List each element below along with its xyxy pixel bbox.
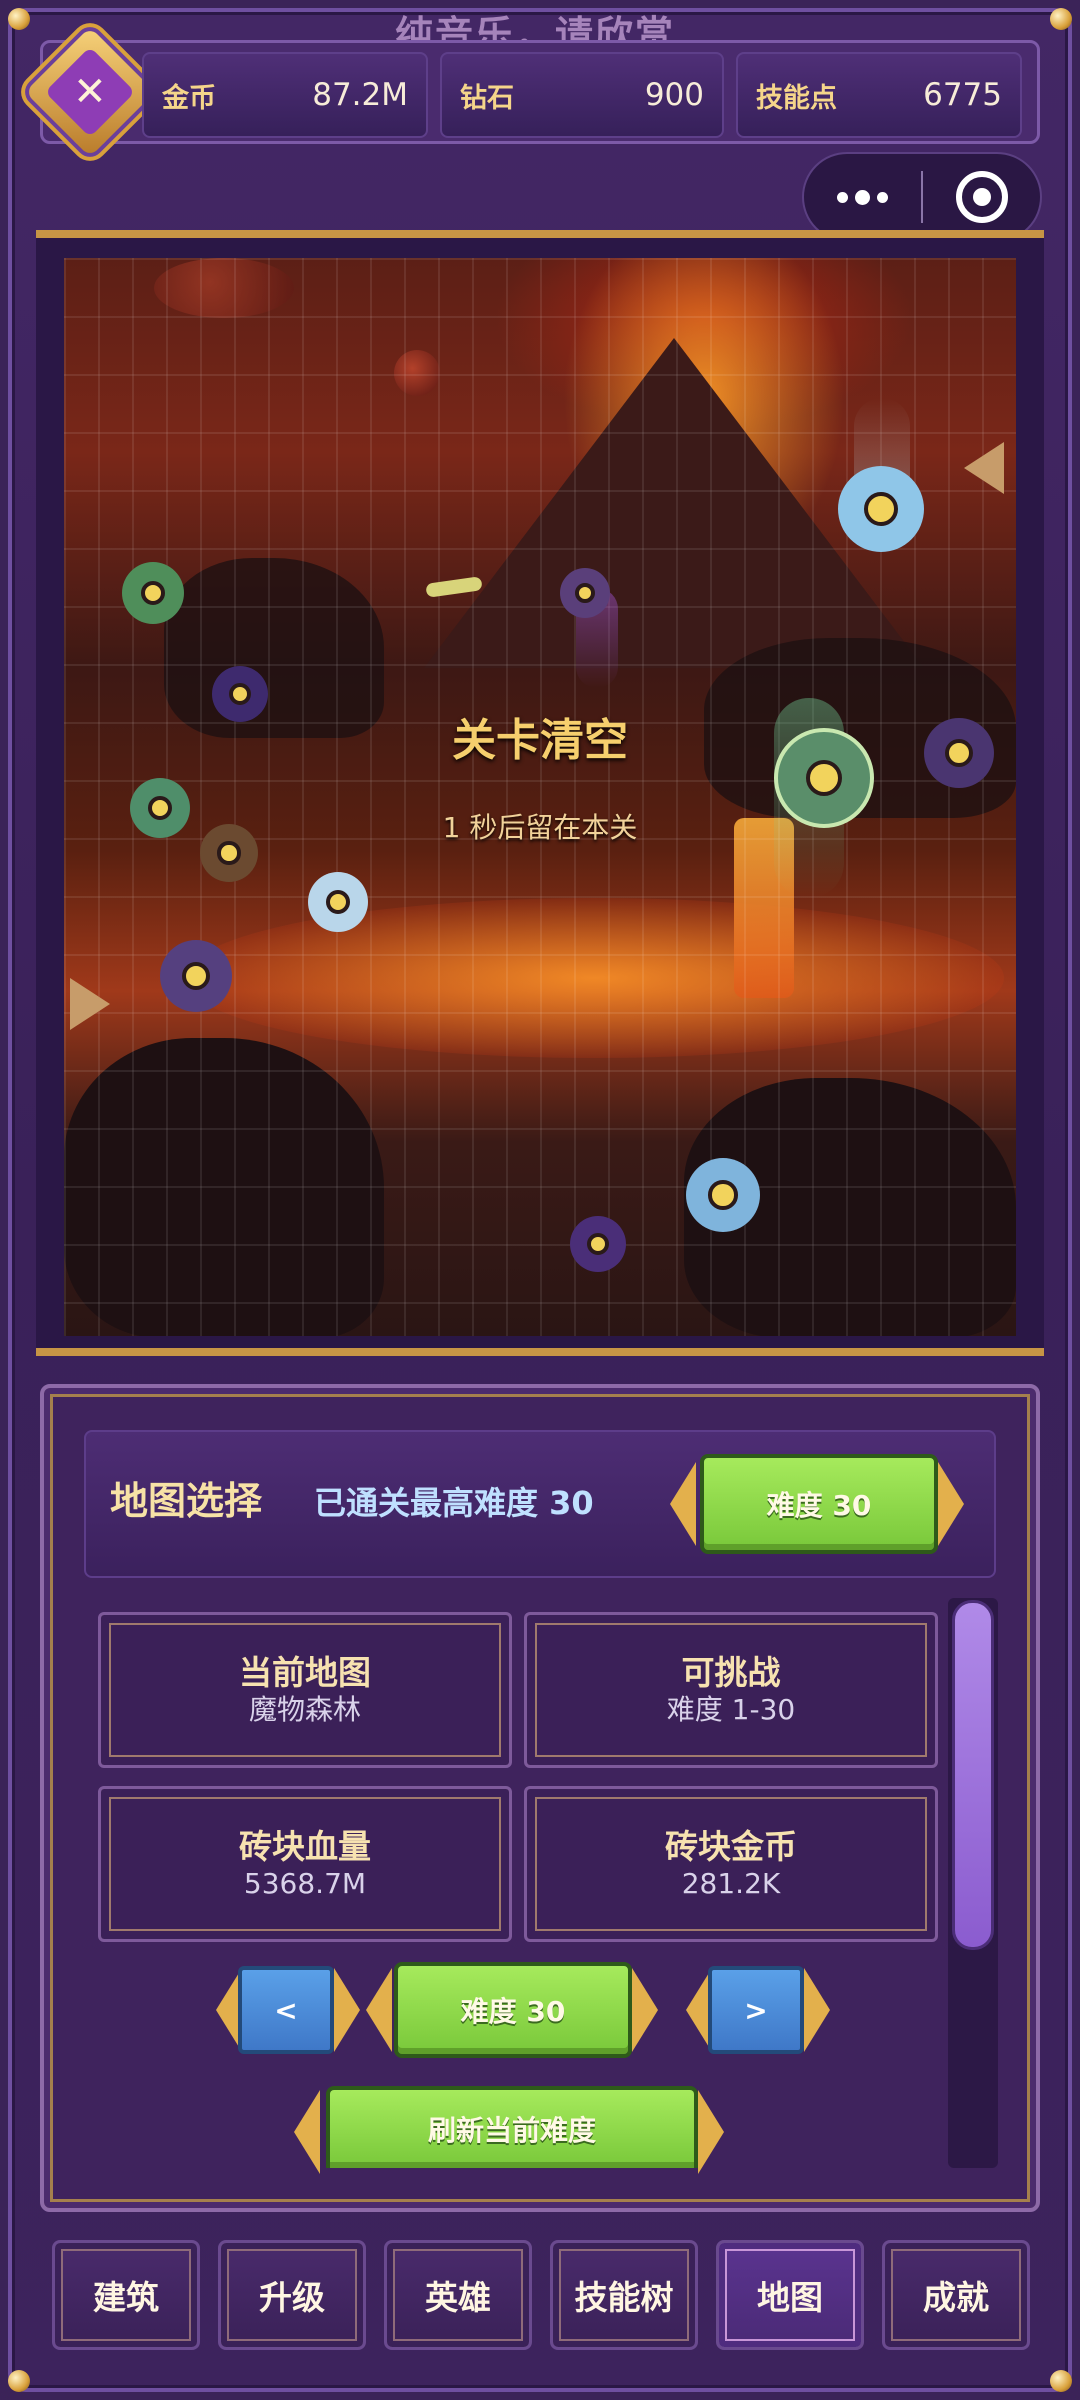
current-difficulty-label: 难度 30 [460, 1995, 566, 2028]
map-select-title: 地图选择 [110, 1479, 263, 1523]
more-dots-icon [855, 189, 870, 205]
target-icon [955, 171, 1008, 223]
info-card-title: 可挑战 [681, 1653, 781, 1692]
corner-ornament [8, 2370, 30, 2392]
diamond-label: 钻石 [460, 82, 514, 114]
close-miniprogram-button[interactable] [923, 152, 1040, 242]
gold-value: 87.2M [312, 77, 408, 113]
stay-countdown-text: 1 秒后留在本关 [442, 811, 638, 844]
nav-skill-tree[interactable]: 技能树 [550, 2240, 698, 2350]
wing-ornament [698, 2090, 724, 2174]
corner-ornament [8, 8, 30, 30]
more-dots-icon [877, 191, 888, 203]
nav-achievements[interactable]: 成就 [882, 2240, 1030, 2350]
game-board[interactable]: 关卡清空 1 秒后留在本关 [64, 258, 1016, 1336]
prev-difficulty-button[interactable]: < [238, 1966, 334, 2054]
refresh-difficulty-label: 刷新当前难度 [427, 2114, 596, 2147]
difficulty-dropdown-button[interactable]: 难度 30 [700, 1454, 938, 1554]
corner-ornament [1050, 2370, 1072, 2392]
diamond-value: 900 [644, 77, 704, 113]
purple-bat-monster [570, 1216, 626, 1272]
green-monster [122, 562, 184, 624]
more-dots-icon [837, 191, 848, 203]
crossed-bones-icon: ✕ [44, 46, 136, 138]
wing-ornament [670, 1462, 696, 1546]
wing-ornament [938, 1462, 964, 1546]
wing-ornament [632, 1968, 658, 2052]
challengeable-card: 可挑战 难度 1-30 [524, 1612, 938, 1768]
eye-monster [160, 940, 232, 1012]
brick-hp-card: 砖块血量 5368.7M [98, 1786, 512, 1942]
skill-point-value: 6775 [923, 77, 1002, 113]
wing-ornament [366, 1968, 392, 2052]
miniprogram-capsule [802, 152, 1042, 242]
skill-point-label: 技能点 [756, 82, 837, 114]
corner-ornament [1050, 8, 1072, 30]
more-menu-button[interactable] [804, 152, 921, 242]
next-difficulty-button[interactable]: > [708, 1966, 804, 2054]
diamond-counter: 钻石 900 [440, 52, 724, 138]
purple-monster [560, 568, 610, 618]
info-card-value: 281.2K [681, 1867, 781, 1900]
nav-heroes[interactable]: 英雄 [384, 2240, 532, 2350]
blue-monster [838, 466, 924, 552]
nav-buildings[interactable]: 建筑 [52, 2240, 200, 2350]
current-map-card: 当前地图 魔物森林 [98, 1612, 512, 1768]
current-difficulty-button[interactable]: 难度 30 [394, 1962, 632, 2058]
info-card-value: 魔物森林 [248, 1693, 361, 1726]
nav-map[interactable]: 地图 [716, 2240, 864, 2350]
difficulty-dropdown-label: 难度 30 [766, 1489, 872, 1522]
left-arrow-marker [964, 442, 1004, 494]
wing-ornament [334, 1968, 360, 2052]
info-card-value: 5368.7M [243, 1867, 367, 1900]
right-arrow-marker [70, 978, 110, 1030]
scrollbar-thumb[interactable] [952, 1600, 994, 1950]
wing-ornament [804, 1968, 830, 2052]
nav-upgrade[interactable]: 升级 [218, 2240, 366, 2350]
skill-point-counter: 技能点 6775 [736, 52, 1022, 138]
ghost-monster [308, 872, 368, 932]
brick-gold-card: 砖块金币 281.2K [524, 1786, 938, 1942]
info-card-title: 当前地图 [239, 1653, 371, 1692]
gold-counter: 金币 87.2M [142, 52, 428, 138]
info-card-title: 砖块血量 [239, 1827, 371, 1866]
wing-ornament [294, 2090, 320, 2174]
gold-label: 金币 [162, 82, 216, 114]
info-card-title: 砖块金币 [665, 1827, 797, 1866]
stage-clear-title: 关卡清空 [452, 715, 628, 766]
refresh-difficulty-button[interactable]: 刷新当前难度 [326, 2086, 698, 2168]
info-card-value: 难度 1-30 [666, 1693, 796, 1726]
highest-cleared-label: 已通关最高难度 30 [314, 1484, 594, 1522]
blue-monster [686, 1158, 760, 1232]
